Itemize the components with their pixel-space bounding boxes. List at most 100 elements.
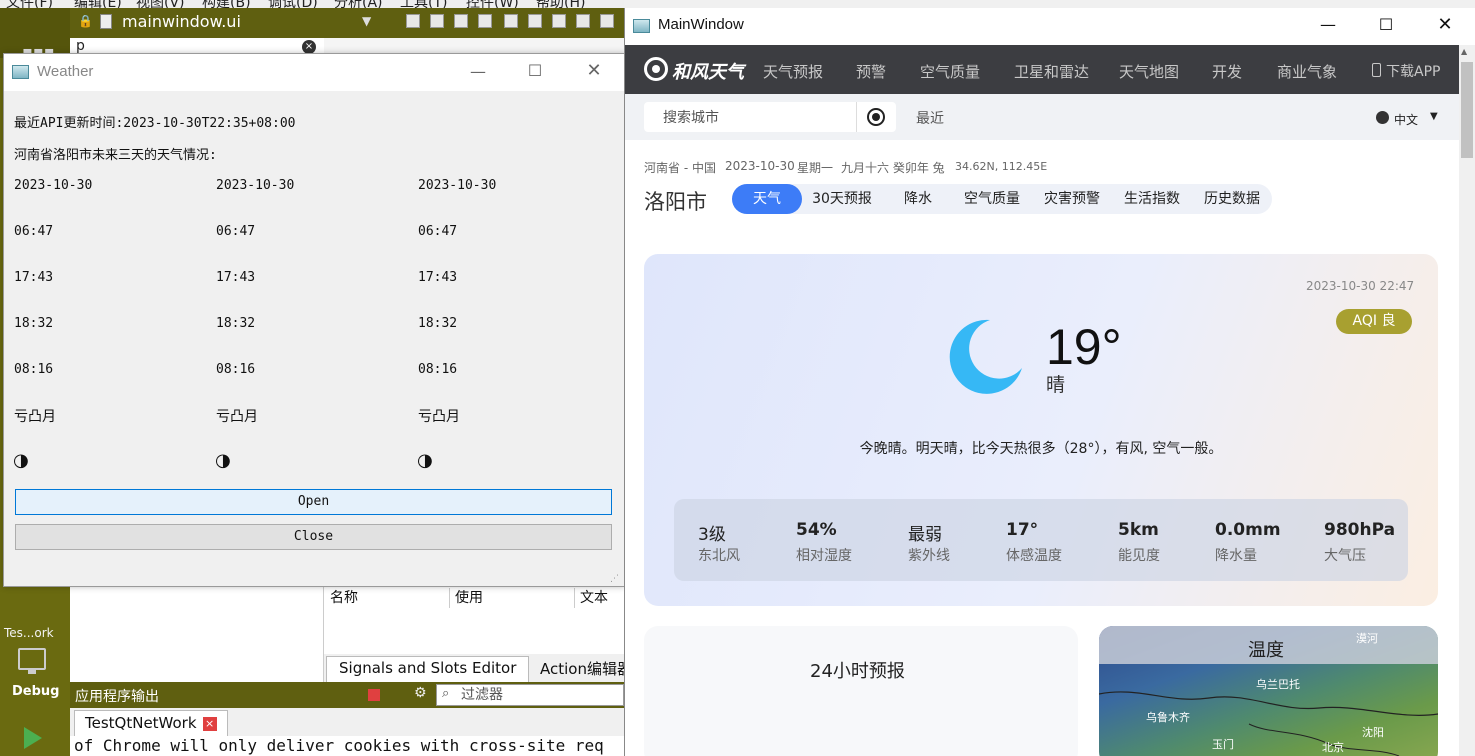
hourly-forecast-title: 24小时预报 bbox=[810, 661, 905, 682]
nav-business[interactable]: 商业气象 bbox=[1277, 61, 1337, 82]
tab-air-quality[interactable]: 空气质量 bbox=[958, 184, 1026, 214]
hourly-forecast-card bbox=[644, 626, 1078, 756]
moon-phase-icon: ◑ bbox=[13, 450, 29, 471]
caret-down-icon[interactable]: ▼ bbox=[1430, 111, 1438, 122]
menu-build[interactable]: 构建(B) bbox=[202, 0, 251, 8]
table-header-used[interactable]: 使用 bbox=[455, 587, 483, 607]
menu-view[interactable]: 视图(V) bbox=[136, 0, 185, 8]
monitor-icon[interactable] bbox=[18, 648, 46, 674]
day-date: 2023-10-30 bbox=[216, 178, 295, 193]
pressure-value: 980hPa bbox=[1324, 520, 1396, 540]
wind-direction: 东北风 bbox=[698, 548, 740, 564]
day-moonset: 08:16 bbox=[14, 362, 54, 377]
uv-label: 紫外线 bbox=[908, 548, 950, 564]
minimize-button[interactable]: — bbox=[1308, 15, 1348, 34]
menu-analyze[interactable]: 分析(A) bbox=[334, 0, 383, 8]
wind-level: 3级 bbox=[698, 525, 726, 545]
menu-debug[interactable]: 调试(D) bbox=[268, 0, 318, 8]
chevron-down-icon[interactable]: ▼ bbox=[362, 14, 371, 28]
location-region[interactable]: 河南省 - 中国 bbox=[644, 159, 716, 176]
sidebar-project-name[interactable]: Tes...ork bbox=[4, 626, 54, 640]
open-file-tab[interactable]: mainwindow.ui bbox=[122, 12, 241, 31]
output-tab-label: TestQtNetWork bbox=[85, 714, 197, 732]
menu-tools[interactable]: 工具(T) bbox=[400, 0, 447, 8]
close-dialog-button[interactable]: Close bbox=[15, 524, 612, 550]
humidity-label: 相对湿度 bbox=[796, 548, 852, 564]
scroll-up-icon[interactable]: ▲ bbox=[1461, 47, 1467, 56]
layout-form-icon[interactable] bbox=[600, 14, 614, 28]
menu-help[interactable]: 帮助(H) bbox=[536, 0, 585, 8]
open-button[interactable]: Open bbox=[15, 489, 612, 515]
nav-weather-map[interactable]: 天气地图 bbox=[1119, 61, 1179, 82]
resize-grip-icon[interactable]: ⋰ bbox=[610, 574, 619, 584]
nav-develop[interactable]: 开发 bbox=[1212, 61, 1242, 82]
column-separator bbox=[449, 588, 450, 608]
maximize-button[interactable]: ☐ bbox=[1366, 15, 1406, 34]
city-search-input[interactable]: 搜索城市 bbox=[644, 102, 856, 132]
tab-precipitation[interactable]: 降水 bbox=[890, 184, 946, 214]
table-header-text[interactable]: 文本 bbox=[580, 587, 608, 607]
nav-download-app[interactable]: 下载APP bbox=[1386, 61, 1440, 81]
map-label-shenyang: 沈阳 bbox=[1362, 726, 1384, 739]
clear-icon[interactable]: × bbox=[302, 40, 316, 54]
layout-toolbar-icon[interactable] bbox=[406, 14, 420, 28]
gear-icon[interactable]: ⚙ bbox=[414, 685, 427, 701]
lock-icon: 🔒 bbox=[78, 14, 93, 28]
console-line: of Chrome will only deliver cookies with… bbox=[74, 736, 604, 755]
close-button[interactable]: ✕ bbox=[574, 60, 614, 81]
table-header-name[interactable]: 名称 bbox=[330, 587, 358, 607]
layout-toolbar-icon[interactable] bbox=[454, 14, 468, 28]
site-brand[interactable]: 和风天气 bbox=[672, 58, 744, 84]
search-icon: ⌕ bbox=[442, 686, 450, 701]
location-lunar-date: 九月十六 癸卯年 兔 bbox=[841, 161, 945, 175]
language-select[interactable]: 中文 bbox=[1394, 111, 1418, 128]
menu-file[interactable]: 文件(F) bbox=[6, 0, 53, 8]
tab-life-index[interactable]: 生活指数 bbox=[1118, 184, 1186, 214]
weather-summary: 今晚晴。明天晴，比今天热很多（28°），有风, 空气一般。 bbox=[859, 441, 1223, 457]
sidebar-mode-debug[interactable]: Debug bbox=[12, 684, 59, 699]
tab-30day[interactable]: 30天预报 bbox=[808, 184, 876, 214]
layout-horizontal-icon[interactable] bbox=[504, 14, 518, 28]
day-moonrise: 18:32 bbox=[418, 316, 458, 331]
layout-grid-icon[interactable] bbox=[576, 14, 590, 28]
close-icon[interactable]: × bbox=[202, 716, 217, 731]
globe-icon[interactable] bbox=[1376, 111, 1389, 124]
aqi-badge[interactable]: AQI 良 bbox=[1336, 309, 1412, 334]
output-tab-testqtnetwork[interactable]: TestQtNetWork × bbox=[74, 710, 228, 736]
map-label-beijing: 北京 bbox=[1322, 741, 1344, 754]
stop-icon[interactable] bbox=[368, 689, 380, 701]
nav-air-quality[interactable]: 空气质量 bbox=[920, 61, 980, 82]
day-moon-phase: 亏凸月 bbox=[216, 409, 258, 425]
moon-phase-icon: ◑ bbox=[417, 450, 433, 471]
menu-widgets[interactable]: 控件(W) bbox=[466, 0, 519, 8]
moon-phase-icon: ◑ bbox=[215, 450, 231, 471]
tab-weather[interactable]: 天气 bbox=[732, 184, 802, 214]
locate-icon[interactable] bbox=[867, 108, 885, 126]
layout-toolbar-icon[interactable] bbox=[430, 14, 444, 28]
tab-history[interactable]: 历史数据 bbox=[1198, 184, 1266, 214]
minimize-button[interactable]: — bbox=[458, 62, 498, 81]
day-moonset: 08:16 bbox=[216, 362, 256, 377]
tab-signals-slots[interactable]: Signals and Slots Editor bbox=[326, 656, 530, 682]
menu-edit[interactable]: 编辑(E) bbox=[74, 0, 122, 8]
forecast-heading: 河南省洛阳市未来三天的天气情况: bbox=[14, 148, 217, 163]
nav-satellite-radar[interactable]: 卫星和雷达 bbox=[1014, 61, 1089, 82]
layout-vertical-icon[interactable] bbox=[528, 14, 542, 28]
output-filter-input[interactable]: 过滤器 bbox=[436, 684, 624, 706]
current-temperature: 19° bbox=[1046, 319, 1122, 375]
tab-disaster-warning[interactable]: 灾害预警 bbox=[1038, 184, 1106, 214]
day-moon-phase: 亏凸月 bbox=[418, 409, 460, 425]
close-button[interactable]: ✕ bbox=[1425, 14, 1465, 35]
day-sunset: 17:43 bbox=[14, 270, 54, 285]
recent-cities[interactable]: 最近 bbox=[916, 108, 944, 128]
scrollbar-thumb[interactable] bbox=[1461, 62, 1473, 158]
qweather-logo-icon[interactable] bbox=[644, 57, 668, 81]
maximize-button[interactable]: ☐ bbox=[515, 61, 555, 80]
run-icon[interactable] bbox=[24, 727, 42, 749]
layout-toolbar-icon[interactable] bbox=[478, 14, 492, 28]
nav-forecast[interactable]: 天气预报 bbox=[763, 61, 823, 82]
layout-split-icon[interactable] bbox=[552, 14, 566, 28]
observation-time: 2023-10-30 22:47 bbox=[1306, 279, 1415, 293]
nav-warning[interactable]: 预警 bbox=[856, 61, 886, 82]
visibility-value: 5km bbox=[1118, 520, 1159, 540]
